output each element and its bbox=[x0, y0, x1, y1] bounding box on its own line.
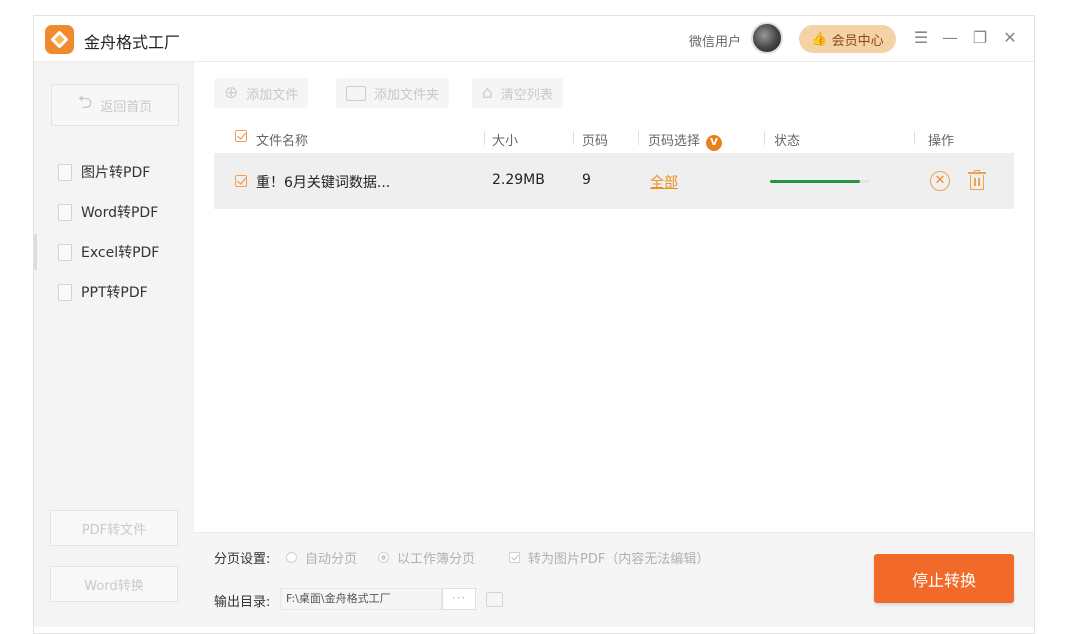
restore-icon[interactable]: ❐ bbox=[969, 26, 991, 50]
app-title: 金舟格式工厂 bbox=[84, 33, 181, 52]
radio-selected-icon bbox=[378, 552, 389, 563]
back-arrow-icon: ⮌ bbox=[77, 92, 93, 113]
word-convert-button[interactable]: Word转换 bbox=[50, 566, 178, 602]
back-home-label: 返回首页 bbox=[100, 99, 153, 115]
output-path-field[interactable]: F:\桌面\金舟格式工厂 bbox=[280, 588, 442, 610]
header-filename: 文件名称 bbox=[256, 134, 309, 149]
sidebar-item-image-to-pdf[interactable]: 图片转PDF bbox=[34, 154, 194, 190]
sidebar: ⮌ 返回首页 图片转PDF Word转PDF Excel转PDF PPT转PDF… bbox=[34, 62, 194, 627]
settings-panel: 分页设置: 自动分页 以工作簿分页 转为图片PDF（内容无法编辑） 输出目录: … bbox=[194, 532, 1034, 627]
progress-bar bbox=[770, 180, 870, 183]
table-row[interactable]: 重！6月关键词数据... 2.29MB 9 全部 ✕ bbox=[214, 153, 1014, 209]
delete-icon[interactable] bbox=[968, 170, 986, 192]
pdf-to-file-button[interactable]: PDF转文件 bbox=[50, 510, 178, 546]
close-icon[interactable]: ✕ bbox=[999, 26, 1021, 50]
clear-list-button[interactable]: ⌂ 清空列表 bbox=[472, 78, 563, 108]
sidebar-item-label: PPT转PDF bbox=[81, 285, 148, 301]
progress-fill bbox=[770, 180, 860, 183]
sidebar-item-label: Excel转PDF bbox=[81, 245, 160, 261]
sidebar-item-label: 图片转PDF bbox=[81, 165, 151, 181]
broom-icon: ⌂ bbox=[482, 83, 493, 103]
auto-paging-label: 自动分页 bbox=[305, 552, 358, 567]
app-logo-icon bbox=[45, 25, 74, 54]
header-actions: 操作 bbox=[928, 134, 955, 149]
thumbs-up-icon: 👍 bbox=[811, 31, 828, 47]
header-size: 大小 bbox=[492, 134, 519, 149]
paging-label: 分页设置: bbox=[214, 552, 271, 567]
menu-icon[interactable]: ☰ bbox=[910, 26, 932, 50]
user-name[interactable]: 微信用户 bbox=[689, 31, 741, 50]
sidebar-item-label: Word转PDF bbox=[81, 205, 159, 221]
title-bar: 金舟格式工厂 微信用户 👍 会员中心 ☰ — ❐ ✕ bbox=[34, 16, 1034, 62]
table-header: 文件名称 大小 页码 页码选择 V 状态 操作 bbox=[214, 124, 1014, 152]
member-center-label: 会员中心 bbox=[831, 33, 884, 49]
radio-icon bbox=[286, 552, 297, 563]
image-pdf-checkbox[interactable]: 转为图片PDF（内容无法编辑） bbox=[509, 548, 709, 567]
sidebar-item-ppt-to-pdf[interactable]: PPT转PDF bbox=[34, 274, 194, 310]
header-page-select: 页码选择 V bbox=[648, 130, 723, 151]
checkbox-icon bbox=[509, 552, 520, 563]
sheet-paging-label: 以工作簿分页 bbox=[397, 552, 476, 567]
file-list-area: ⊕ 添加文件 添加文件夹 ⌂ 清空列表 文件名称 大小 页码 页码选择 V 状态 … bbox=[194, 62, 1034, 532]
member-center-button[interactable]: 👍 会员中心 bbox=[799, 25, 896, 53]
folder-icon bbox=[346, 85, 366, 101]
add-folder-label: 添加文件夹 bbox=[374, 87, 440, 103]
avatar[interactable] bbox=[751, 22, 783, 54]
document-icon bbox=[58, 203, 72, 221]
add-file-button[interactable]: ⊕ 添加文件 bbox=[214, 78, 309, 108]
row-checkbox[interactable] bbox=[235, 174, 247, 190]
file-size: 2.29MB bbox=[492, 172, 545, 188]
header-pages: 页码 bbox=[582, 134, 609, 149]
clear-list-label: 清空列表 bbox=[500, 87, 553, 103]
select-all-checkbox[interactable] bbox=[235, 130, 247, 145]
file-name: 重！6月关键词数据... bbox=[256, 175, 391, 191]
vip-badge-icon: V bbox=[706, 135, 723, 151]
back-home-button[interactable]: ⮌ 返回首页 bbox=[51, 84, 179, 126]
page-count: 9 bbox=[582, 172, 591, 188]
header-page-select-label: 页码选择 bbox=[648, 134, 701, 149]
add-file-label: 添加文件 bbox=[246, 87, 299, 103]
document-icon bbox=[58, 163, 72, 181]
plus-circle-icon: ⊕ bbox=[224, 83, 239, 103]
document-icon bbox=[58, 243, 72, 261]
page-select-link[interactable]: 全部 bbox=[650, 172, 678, 192]
output-dir-label: 输出目录: bbox=[214, 595, 271, 610]
header-status: 状态 bbox=[774, 134, 801, 149]
sidebar-item-excel-to-pdf[interactable]: Excel转PDF bbox=[34, 234, 194, 270]
auto-paging-radio[interactable]: 自动分页 bbox=[286, 548, 357, 567]
browse-button[interactable]: ··· bbox=[442, 588, 476, 610]
sidebar-item-word-to-pdf[interactable]: Word转PDF bbox=[34, 194, 194, 230]
minimize-icon[interactable]: — bbox=[939, 26, 961, 50]
add-folder-button[interactable]: 添加文件夹 bbox=[336, 78, 450, 108]
cancel-icon[interactable]: ✕ bbox=[930, 171, 950, 191]
open-folder-icon[interactable] bbox=[486, 592, 503, 607]
stop-convert-button[interactable]: 停止转换 bbox=[874, 554, 1014, 603]
image-pdf-label: 转为图片PDF（内容无法编辑） bbox=[528, 552, 710, 567]
sheet-paging-radio[interactable]: 以工作簿分页 bbox=[378, 548, 475, 567]
app-window: 金舟格式工厂 微信用户 👍 会员中心 ☰ — ❐ ✕ ⮌ 返回首页 图片转PDF… bbox=[33, 15, 1035, 634]
document-icon bbox=[58, 283, 72, 301]
